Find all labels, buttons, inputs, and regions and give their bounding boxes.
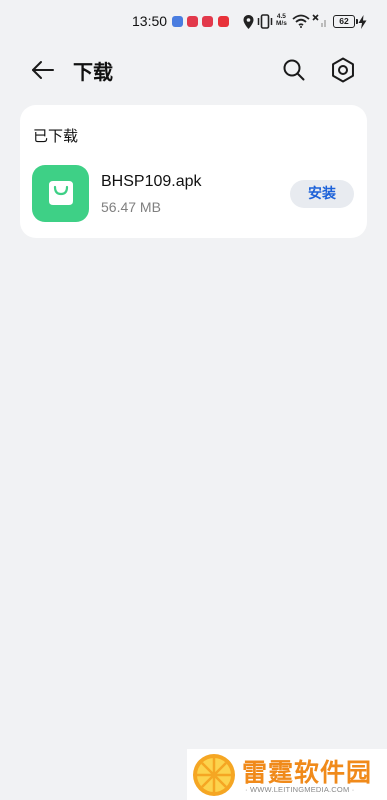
- download-list-item[interactable]: BHSP109.apk 56.47 MB 安装: [20, 163, 367, 225]
- page-title: 下载: [73, 60, 113, 84]
- notification-icon: [218, 16, 229, 27]
- orange-slice-logo-icon: [193, 754, 235, 796]
- notification-icon: [202, 16, 213, 27]
- back-arrow-icon[interactable]: [30, 57, 56, 83]
- battery-indicator: 62: [333, 15, 358, 28]
- watermark-brand: 雷霆软件园: [242, 758, 373, 787]
- vibrate-icon: [257, 14, 273, 29]
- network-speed: 4.5 M/s: [276, 13, 287, 27]
- downloaded-card: 已下载 BHSP109.apk 56.47 MB 安装: [20, 105, 367, 238]
- status-time: 13:50: [132, 13, 168, 29]
- notification-icon: [172, 16, 183, 27]
- install-button[interactable]: 安装: [290, 180, 354, 208]
- wifi-icon: [292, 14, 310, 28]
- screen: 13:50 4.5 M/s 62 下载 已下载 BHSP109.apk 56.4…: [0, 0, 387, 800]
- watermark-url-text: WWW.LEITINGMEDIA.COM: [249, 785, 350, 794]
- watermark-url: · WWW.LEITINGMEDIA.COM ·: [245, 785, 355, 794]
- notification-icon: [187, 16, 198, 27]
- app-icon: [32, 165, 89, 222]
- status-bar: 13:50 4.5 M/s 62: [0, 0, 387, 44]
- search-icon[interactable]: [281, 57, 307, 83]
- no-signal-icon: [312, 14, 326, 27]
- section-label: 已下载: [33, 127, 79, 145]
- location-icon: [243, 15, 254, 29]
- file-name: BHSP109.apk: [101, 173, 202, 190]
- gear-icon[interactable]: [329, 56, 357, 84]
- file-size: 56.47 MB: [101, 199, 161, 215]
- shopping-bag-icon: [49, 181, 73, 205]
- watermark: 雷霆软件园 · WWW.LEITINGMEDIA.COM ·: [187, 749, 387, 800]
- network-speed-unit: M/s: [276, 20, 287, 27]
- charging-icon: [358, 15, 367, 29]
- network-speed-value: 4.5: [276, 13, 286, 20]
- app-bar: 下载: [0, 50, 387, 90]
